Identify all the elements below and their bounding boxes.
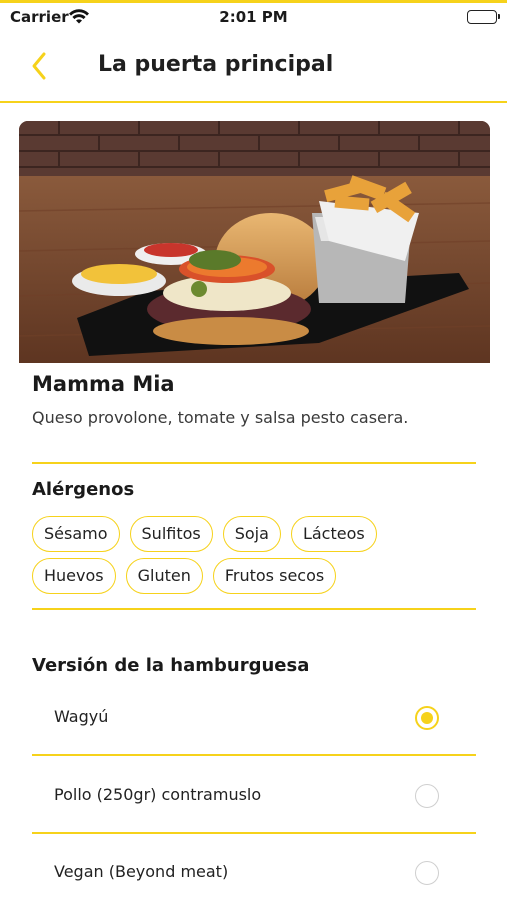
status-bar: Carrier 2:01 PM xyxy=(0,0,507,30)
allergen-chip: Lácteos xyxy=(290,516,377,552)
product-description: Queso provolone, tomate y salsa pesto ca… xyxy=(32,408,409,427)
option-label: Pollo (250gr) contramuslo xyxy=(54,785,262,804)
back-button[interactable] xyxy=(22,44,58,88)
chip-row: Sésamo Sulfitos Soja Lácteos xyxy=(32,516,476,552)
allergens-title: Alérgenos xyxy=(32,479,135,500)
allergen-chip: Sulfitos xyxy=(129,516,213,552)
divider xyxy=(32,608,476,610)
allergen-chip: Frutos secos xyxy=(212,558,337,594)
allergen-chip: Gluten xyxy=(125,558,203,594)
page-title: La puerta principal xyxy=(98,52,334,77)
chip-row: Huevos Gluten Frutos secos xyxy=(32,558,476,594)
carrier-label: Carrier xyxy=(10,8,69,26)
version-title: Versión de la hamburguesa xyxy=(32,655,310,676)
divider xyxy=(32,754,476,756)
allergen-chip: Huevos xyxy=(32,558,116,594)
allergen-chip: Soja xyxy=(222,516,281,552)
version-option-wagyu[interactable]: Wagyú xyxy=(32,680,476,756)
navigation-bar: La puerta principal xyxy=(0,30,507,103)
option-label: Vegan (Beyond meat) xyxy=(54,862,229,881)
product-detail-screen: Carrier 2:01 PM La puerta principal Mamm… xyxy=(0,0,507,900)
chevron-left-icon xyxy=(32,52,46,80)
radio-unselected-icon[interactable] xyxy=(415,861,439,885)
allergen-chip: Sésamo xyxy=(32,516,120,552)
allergen-chips: Sésamo Sulfitos Soja Lácteos Huevos Glut… xyxy=(32,516,476,600)
divider xyxy=(32,832,476,834)
radio-selected-icon[interactable] xyxy=(415,706,439,730)
version-option-vegan[interactable]: Vegan (Beyond meat) xyxy=(32,835,476,900)
radio-unselected-icon[interactable] xyxy=(415,784,439,808)
option-label: Wagyú xyxy=(54,707,109,726)
burger-photo xyxy=(19,121,490,363)
product-name: Mamma Mia xyxy=(32,372,175,396)
wifi-icon xyxy=(68,8,90,24)
divider xyxy=(32,462,476,464)
battery-icon xyxy=(467,10,500,24)
version-option-pollo[interactable]: Pollo (250gr) contramuslo xyxy=(32,758,476,834)
